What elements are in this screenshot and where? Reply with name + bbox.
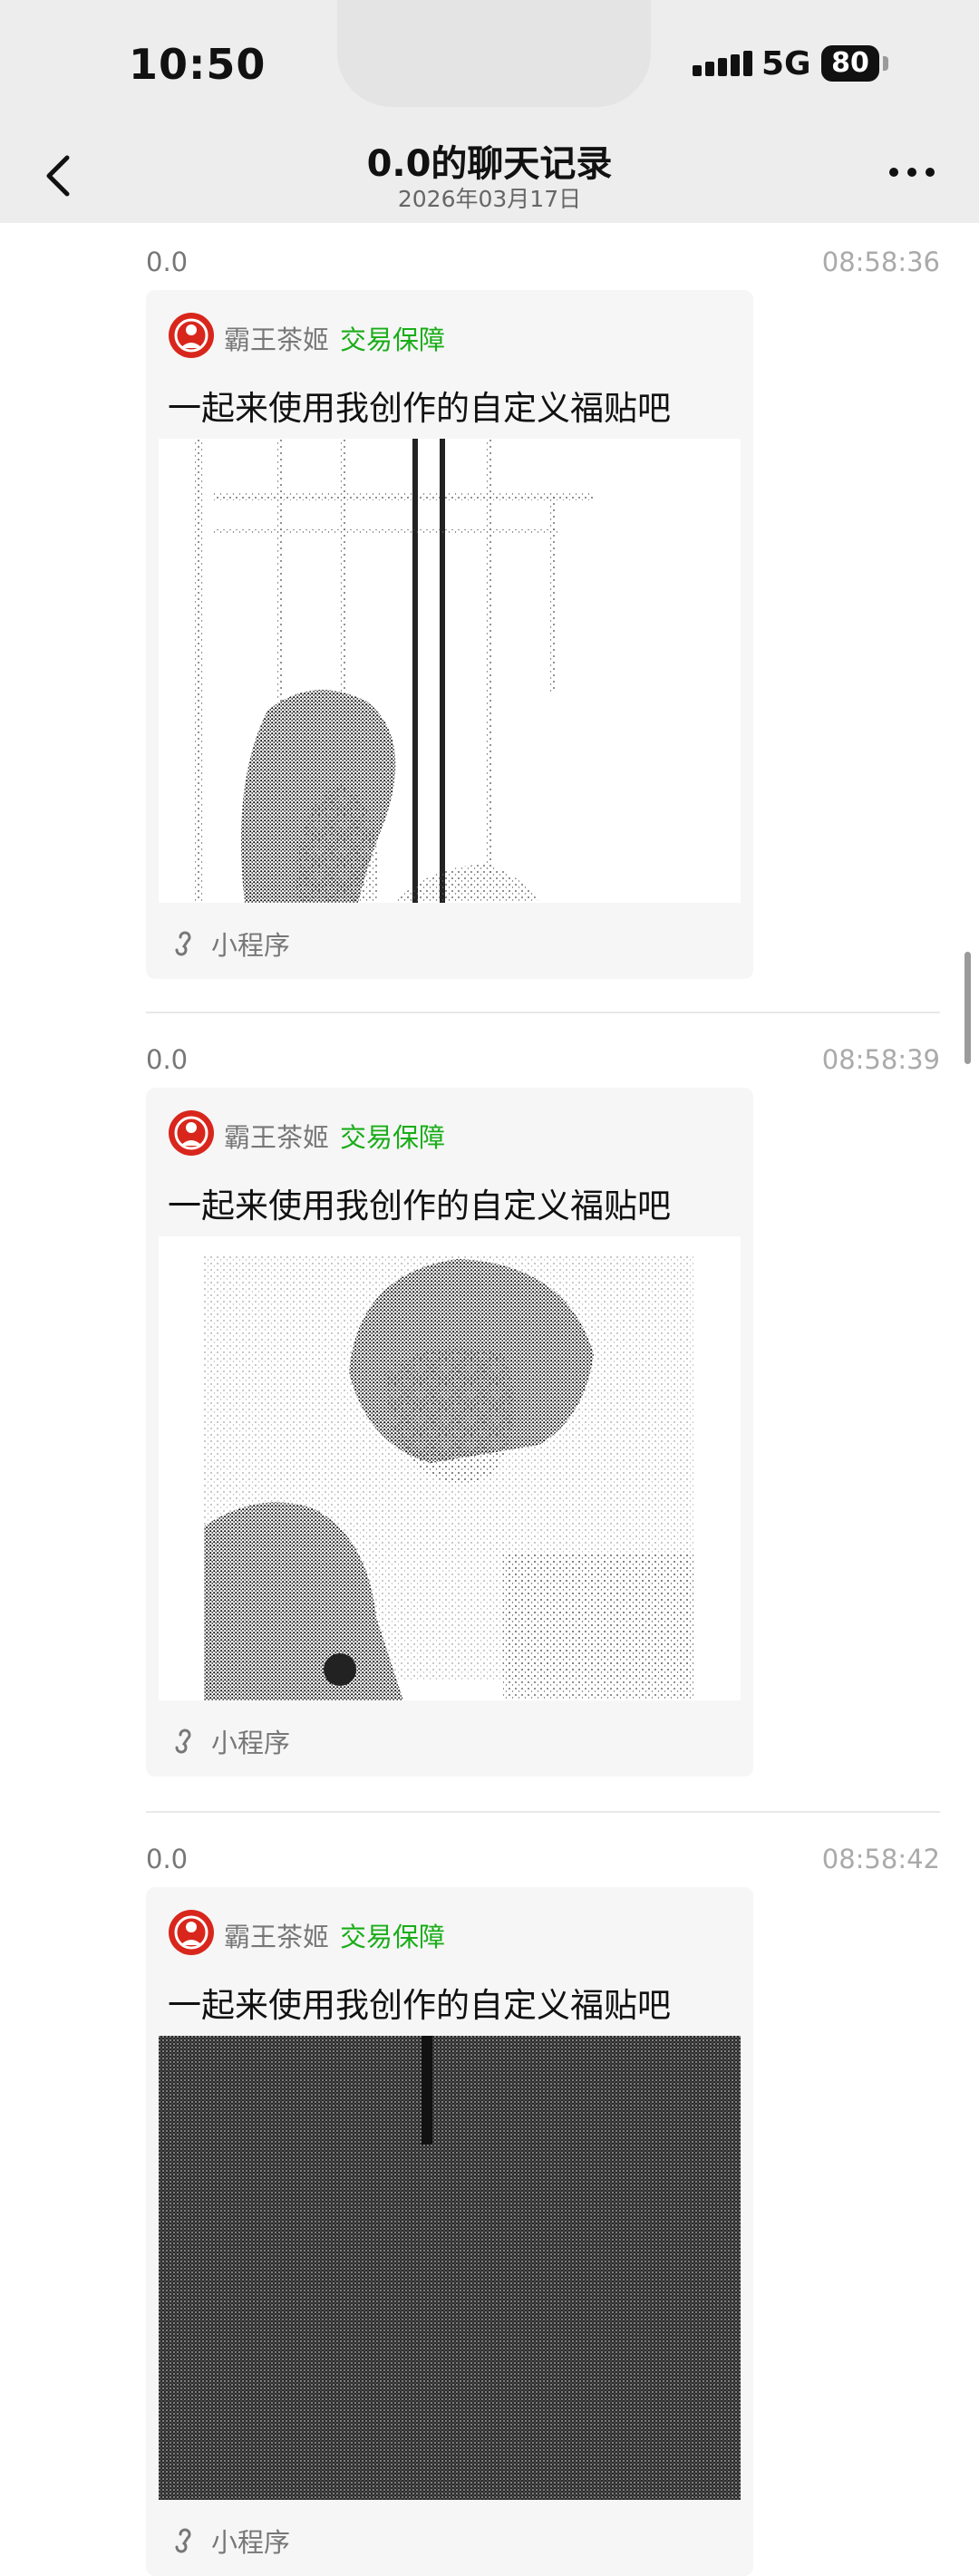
card-title: 一起来使用我创作的自定义福贴吧 xyxy=(168,1186,671,1225)
card-title: 一起来使用我创作的自定义福贴吧 xyxy=(168,1986,671,2025)
mini-program-name: 霸王茶姬 xyxy=(224,1122,330,1153)
battery-tip xyxy=(883,56,888,71)
signal-icon xyxy=(693,51,752,76)
message-time: 08:58:36 xyxy=(821,247,940,277)
mini-program-card[interactable]: 霸王茶姬 交易保障 一起来使用我创作的自定义福贴吧 小程序 xyxy=(146,290,753,979)
message-time: 08:58:39 xyxy=(821,1044,940,1075)
sender-name: 0.0 xyxy=(146,247,189,277)
sender-name: 0.0 xyxy=(146,1844,189,1874)
trade-guarantee-badge: 交易保障 xyxy=(340,324,446,355)
tea-brand-logo-icon xyxy=(169,1110,214,1156)
card-cover-image xyxy=(159,1236,741,1700)
status-time: 10:50 xyxy=(129,40,267,89)
page-title: 0.0的聊天记录 xyxy=(366,143,613,185)
mini-program-icon xyxy=(175,1729,191,1754)
mini-program-card[interactable]: 霸王茶姬 交易保障 一起来使用我创作的自定义福贴吧 小程序 xyxy=(146,1887,753,2576)
mini-program-card[interactable]: 霸王茶姬 交易保障 一起来使用我创作的自定义福贴吧 小程序 xyxy=(146,1088,753,1777)
divider xyxy=(146,1012,940,1013)
more-dots-icon[interactable] xyxy=(888,163,935,181)
mini-program-label: 小程序 xyxy=(211,2527,291,2558)
tea-brand-logo-icon xyxy=(169,313,214,358)
status-bar: 10:50 5G 80 xyxy=(0,0,979,127)
mini-program-icon xyxy=(175,931,191,956)
mini-program-icon xyxy=(175,2528,191,2553)
mini-program-name: 霸王茶姬 xyxy=(224,324,330,355)
page-subtitle-date: 2026年03月17日 xyxy=(397,186,582,212)
nav-bar: 0.0的聊天记录 2026年03月17日 xyxy=(0,127,979,223)
card-title: 一起来使用我创作的自定义福贴吧 xyxy=(168,389,671,428)
battery-indicator: 80 xyxy=(821,45,879,82)
card-cover-image xyxy=(159,439,741,903)
network-type: 5G xyxy=(761,45,811,82)
trade-guarantee-badge: 交易保障 xyxy=(340,1922,446,1952)
trade-guarantee-badge: 交易保障 xyxy=(340,1122,446,1153)
scrollbar[interactable] xyxy=(964,952,971,1064)
mini-program-label: 小程序 xyxy=(211,930,291,961)
divider xyxy=(146,1811,940,1813)
card-cover-image xyxy=(159,2036,741,2500)
mini-program-label: 小程序 xyxy=(211,1728,291,1758)
dynamic-island xyxy=(337,0,651,107)
sender-name: 0.0 xyxy=(146,1044,189,1075)
mini-program-name: 霸王茶姬 xyxy=(224,1922,330,1952)
tea-brand-logo-icon xyxy=(169,1910,214,1955)
message-time: 08:58:42 xyxy=(821,1844,940,1874)
